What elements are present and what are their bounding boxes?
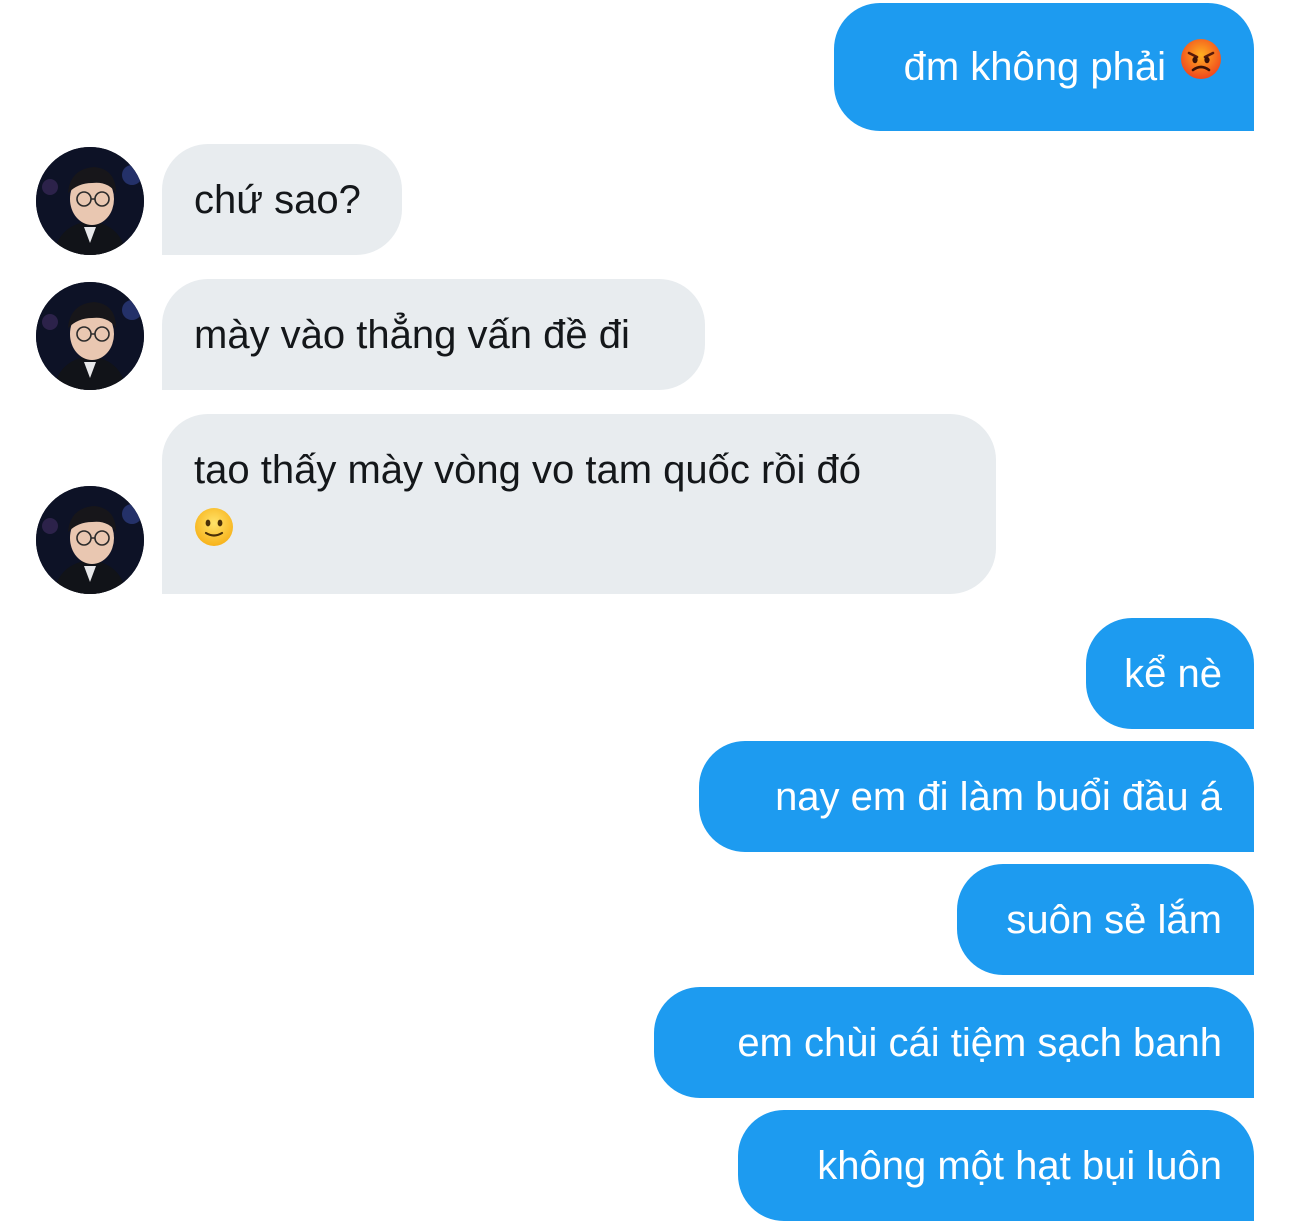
message-bubble-received[interactable]: tao thấy mày vòng vo tam quốc rồi đó (162, 414, 996, 594)
message-bubble-sent[interactable]: nay em đi làm buổi đầu á (699, 741, 1254, 852)
message-bubble-received[interactable]: mày vào thẳng vấn đề đi (162, 279, 705, 390)
contact-avatar[interactable] (36, 147, 144, 255)
message-text: kể nè (1124, 651, 1222, 696)
contact-avatar[interactable] (36, 486, 144, 594)
message-text: không một hạt bụi luôn (817, 1143, 1222, 1188)
message-bubble-sent[interactable]: kể nè (1086, 618, 1254, 729)
message-text: chứ sao? (194, 177, 361, 222)
message-bubble-sent[interactable]: em chùi cái tiệm sạch banh (654, 987, 1254, 1098)
slightly-smiling-face-icon (194, 502, 234, 566)
message-bubble-received[interactable]: chứ sao? (162, 144, 402, 255)
contact-avatar[interactable] (36, 282, 144, 390)
message-text: tao thấy mày vòng vo tam quốc rồi đó (194, 448, 862, 492)
angry-face-icon (1180, 35, 1222, 99)
message-text: em chùi cái tiệm sạch banh (737, 1020, 1222, 1065)
message-text: mày vào thẳng vấn đề đi (194, 312, 630, 357)
message-text: đm không phải (903, 45, 1166, 89)
message-bubble-sent[interactable]: đm không phải (834, 3, 1254, 131)
message-bubble-sent[interactable]: không một hạt bụi luôn (738, 1110, 1254, 1221)
conversation-thread: đm không phải chứ sao? mày vào thẳng vấn… (0, 0, 1290, 1227)
message-bubble-sent[interactable]: suôn sẻ lắm (957, 864, 1254, 975)
message-text: suôn sẻ lắm (1006, 897, 1222, 942)
message-text: nay em đi làm buổi đầu á (775, 774, 1222, 819)
